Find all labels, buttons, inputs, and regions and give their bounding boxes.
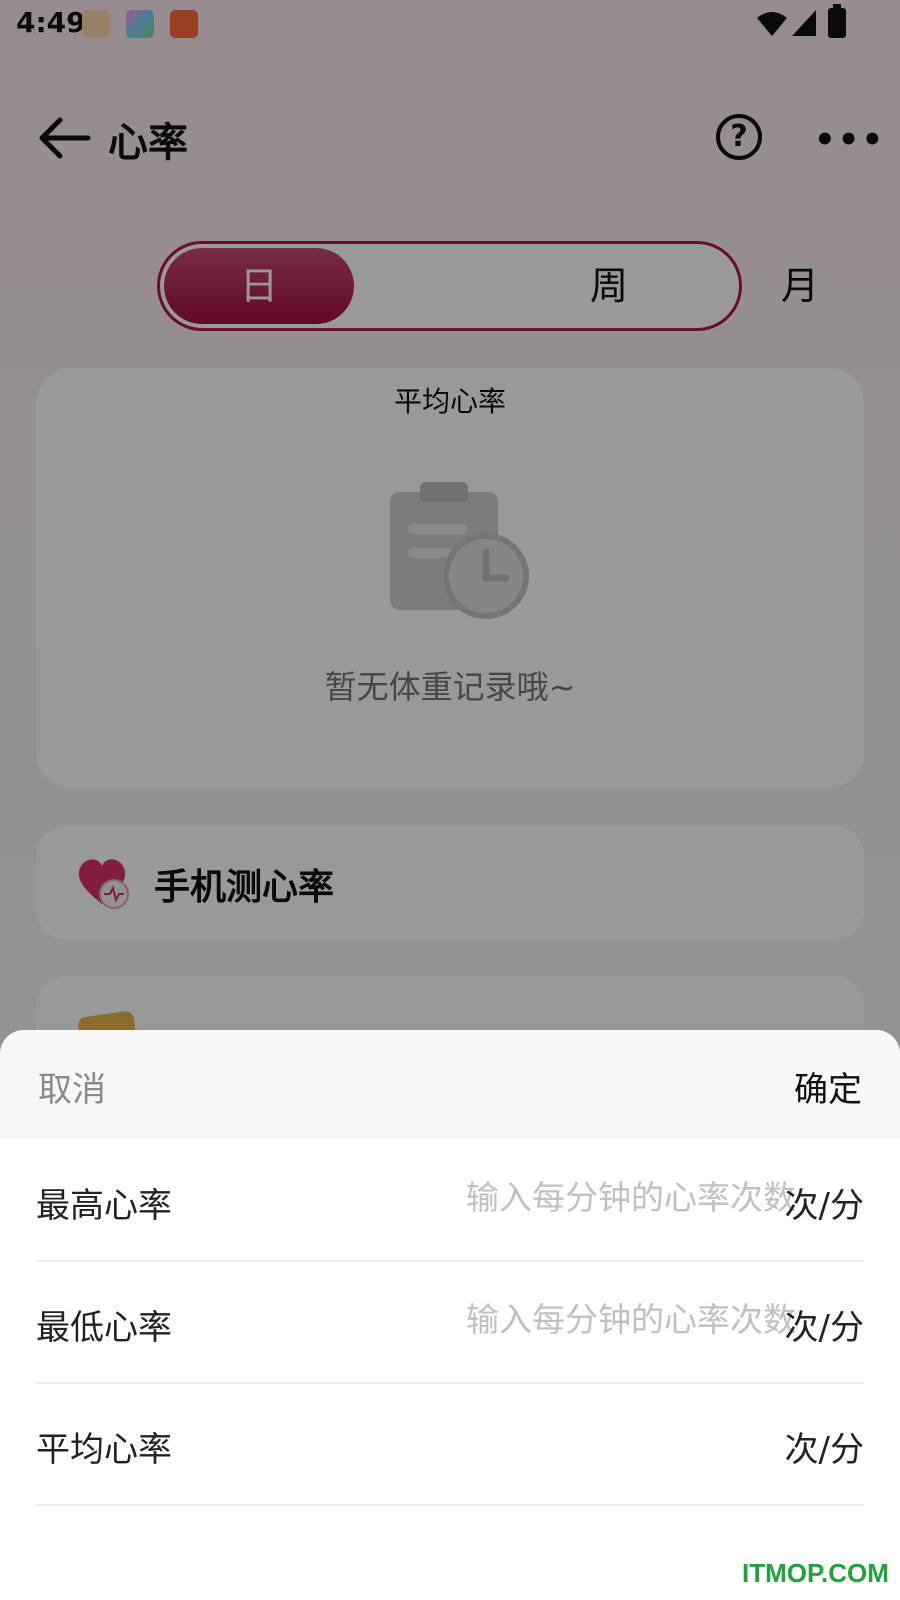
max-heart-rate-input[interactable]: [406, 1172, 796, 1222]
max-heart-rate-label: 最高心率: [36, 1186, 172, 1226]
watermark: ITMOP.COM: [742, 1558, 889, 1588]
min-heart-rate-input[interactable]: [406, 1294, 796, 1344]
avg-heart-rate-label: 平均心率: [36, 1430, 172, 1470]
avg-heart-rate-unit: 次/分: [784, 1430, 864, 1470]
cancel-button[interactable]: 取消: [38, 1062, 106, 1111]
heart-rate-input-sheet: 取消 确定 最高心率 次/分 最低心率 次/分 平均心率 次/分: [0, 1030, 900, 1600]
min-heart-rate-unit: 次/分: [784, 1308, 864, 1348]
sheet-header: 取消 确定: [0, 1030, 900, 1138]
avg-heart-rate-input[interactable]: [406, 1416, 796, 1466]
max-heart-rate-row: 最高心率 次/分: [36, 1138, 864, 1262]
min-heart-rate-row: 最低心率 次/分: [36, 1260, 864, 1384]
min-heart-rate-label: 最低心率: [36, 1308, 172, 1348]
confirm-button[interactable]: 确定: [794, 1062, 862, 1111]
max-heart-rate-unit: 次/分: [784, 1186, 864, 1226]
avg-heart-rate-row: 平均心率 次/分: [36, 1382, 864, 1506]
